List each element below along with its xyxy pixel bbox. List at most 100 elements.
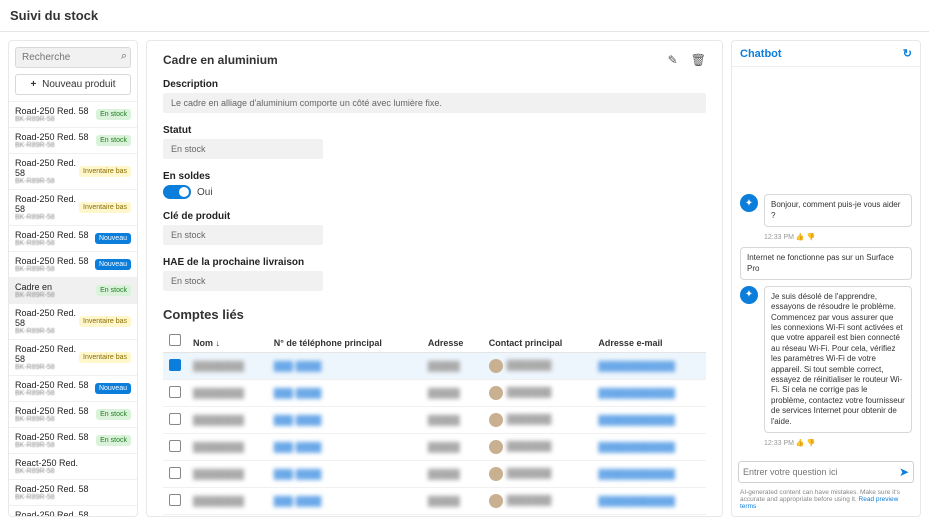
product-sku: BK-R89R-58 [15, 364, 79, 371]
cell-phone: ███-████ [274, 496, 322, 506]
cell-email: ████████████ [598, 361, 675, 371]
cell-phone: ███-████ [274, 415, 322, 425]
row-checkbox[interactable] [169, 359, 181, 371]
col-phone[interactable]: N° de téléphone principal [268, 330, 422, 353]
table-row[interactable]: ████████ ███-████ █████ ███████ ████████… [163, 488, 706, 515]
cell-phone: ███-████ [274, 361, 322, 371]
product-list-item[interactable]: Road-250 Red. 58 BK-R89R-58 Inventaire b… [9, 153, 137, 189]
table-row[interactable]: ████████ ███-████ █████ ███████ ████████… [163, 380, 706, 407]
product-list-item[interactable]: Cadre en BK-R89R-58 En stock [9, 277, 137, 303]
description-label: Description [163, 79, 706, 90]
product-list-item[interactable]: Road-250 Red. 58 BK-R89R-58 Nouveau [9, 225, 137, 251]
cell-contact: ███████ [507, 414, 552, 424]
product-list-item[interactable]: Road-250 Red. 58 BK-R89R-58 Nouveau [9, 251, 137, 277]
delete-icon[interactable]: 🗑 [691, 53, 706, 67]
product-list-item[interactable]: Road-250 Red. 58 BK-R89R-58 [9, 505, 137, 516]
status-badge: En stock [96, 409, 131, 420]
col-contact[interactable]: Contact principal [483, 330, 593, 353]
cell-name: ████████ [193, 388, 244, 398]
col-email[interactable]: Adresse e-mail [592, 330, 706, 353]
cell-contact: ███████ [507, 387, 552, 397]
cell-contact: ███████ [507, 360, 552, 370]
new-product-button[interactable]: + Nouveau produit [15, 74, 131, 95]
row-checkbox[interactable] [169, 494, 181, 506]
product-sku: BK-R89R-58 [15, 468, 131, 475]
product-name: Road-250 Red. 58 [15, 484, 131, 494]
product-list-item[interactable]: Road-250 Red. 58 BK-R89R-58 Inventaire b… [9, 339, 137, 375]
chat-input-wrap: ➤ [738, 461, 914, 483]
soldes-toggle[interactable] [163, 185, 191, 199]
cell-phone: ███-████ [274, 388, 322, 398]
description-value: Le cadre en alliage d'aluminium comporte… [163, 93, 706, 113]
product-list-item[interactable]: Road-250 Red. 58 BK-R89R-58 En stock [9, 101, 137, 127]
bot-msg-2: Je suis désolé de l'apprendre, essayons … [764, 286, 912, 433]
cell-name: ████████ [193, 442, 244, 452]
status-badge: En stock [96, 435, 131, 446]
detail-panel: Cadre en aluminium ✎ 🗑 Description Le ca… [146, 40, 723, 517]
product-name: Road-250 Red. 58 [15, 106, 96, 116]
chat-input[interactable] [743, 467, 899, 477]
cell-name: ████████ [193, 496, 244, 506]
cle-value: En stock [163, 225, 323, 245]
product-sku: BK-R89R-58 [15, 116, 96, 123]
product-list-item[interactable]: Road-250 Red. 58 BK-R89R-58 En stock [9, 401, 137, 427]
search-icon[interactable]: ⌕ [121, 50, 127, 63]
avatar-icon [489, 467, 503, 481]
product-list-item[interactable]: Road-250 Red. 58 BK-R89R-58 Inventaire b… [9, 189, 137, 225]
bot-msg-1: Bonjour, comment puis-je vous aider ? [764, 194, 912, 227]
hae-value: En stock [163, 271, 323, 291]
linked-accounts-table: Nom ↓ N° de téléphone principal Adresse … [163, 330, 706, 515]
cell-address: █████ [428, 388, 460, 398]
table-row[interactable]: ████████ ███-████ █████ ███████ ████████… [163, 434, 706, 461]
edit-icon[interactable]: ✎ [668, 53, 678, 67]
row-checkbox[interactable] [169, 440, 181, 452]
cell-contact: ███████ [507, 441, 552, 451]
avatar-icon [489, 386, 503, 400]
product-sku: BK-R89R-58 [15, 328, 79, 335]
product-list-item[interactable]: Road-250 Red. 58 BK-R89R-58 Inventaire b… [9, 303, 137, 339]
row-checkbox[interactable] [169, 386, 181, 398]
row-checkbox[interactable] [169, 467, 181, 479]
col-address[interactable]: Adresse [422, 330, 483, 353]
product-sku: BK-R89R-58 [15, 266, 95, 273]
col-checkbox[interactable] [163, 330, 187, 353]
product-list-item[interactable]: Road-250 Red. 58 BK-R89R-58 En stock [9, 127, 137, 153]
table-row[interactable]: ████████ ███-████ █████ ███████ ████████… [163, 407, 706, 434]
refresh-icon[interactable]: ↻ [903, 47, 912, 60]
send-icon[interactable]: ➤ [899, 465, 909, 479]
cell-phone: ███-████ [274, 469, 322, 479]
product-sku: BK-R89R-58 [15, 142, 96, 149]
product-name: Cadre en [15, 282, 96, 292]
search-input[interactable] [15, 47, 131, 68]
msg-meta-1: 12:33 PM 👍 👎 [740, 233, 912, 241]
product-list-item[interactable]: Road-250 Red. 58 BK-R89R-58 En stock [9, 427, 137, 453]
product-sku: BK-R89R-58 [15, 416, 96, 423]
product-name: Road-250 Red. 58 [15, 380, 95, 390]
row-checkbox[interactable] [169, 413, 181, 425]
cell-address: █████ [428, 469, 460, 479]
cell-address: █████ [428, 361, 460, 371]
product-sku: BK-R89R-58 [15, 494, 131, 501]
cell-address: █████ [428, 496, 460, 506]
product-name: Road-250 Red. 58 [15, 406, 96, 416]
product-list-item[interactable]: Road-250 Red. 58 BK-R89R-58 Nouveau [9, 375, 137, 401]
product-list-item[interactable]: Road-250 Red. 58 BK-R89R-58 [9, 479, 137, 505]
chatbot-title: Chatbot [740, 48, 782, 60]
cle-label: Clé de produit [163, 211, 706, 222]
chat-disclaimer: AI-generated content can have mistakes. … [732, 489, 920, 516]
product-name: Road-250 Red. 58 [15, 158, 79, 178]
product-list-item[interactable]: React-250 Red. BK-R89R-58 [9, 453, 137, 479]
chat-body: ✦ Bonjour, comment puis-je vous aider ? … [732, 67, 920, 455]
product-sku: BK-R89R-58 [15, 442, 96, 449]
table-row[interactable]: ████████ ███-████ █████ ███████ ████████… [163, 461, 706, 488]
user-msg-1: Internet ne fonctionne pas sur un Surfac… [740, 247, 912, 280]
product-name: Road-250 Red. 58 [15, 256, 95, 266]
product-name: Road-250 Red. 58 [15, 432, 96, 442]
user-message: Internet ne fonctionne pas sur un Surfac… [740, 247, 912, 280]
product-name: Road-250 Red. 58 [15, 230, 95, 240]
col-name[interactable]: Nom ↓ [187, 330, 268, 353]
chatbot-panel: Chatbot ↻ ✦ Bonjour, comment puis-je vou… [731, 40, 921, 517]
product-sku: BK-R89R-58 [15, 390, 95, 397]
table-row[interactable]: ████████ ███-████ █████ ███████ ████████… [163, 353, 706, 380]
bot-message: ✦ Bonjour, comment puis-je vous aider ? [740, 194, 912, 227]
